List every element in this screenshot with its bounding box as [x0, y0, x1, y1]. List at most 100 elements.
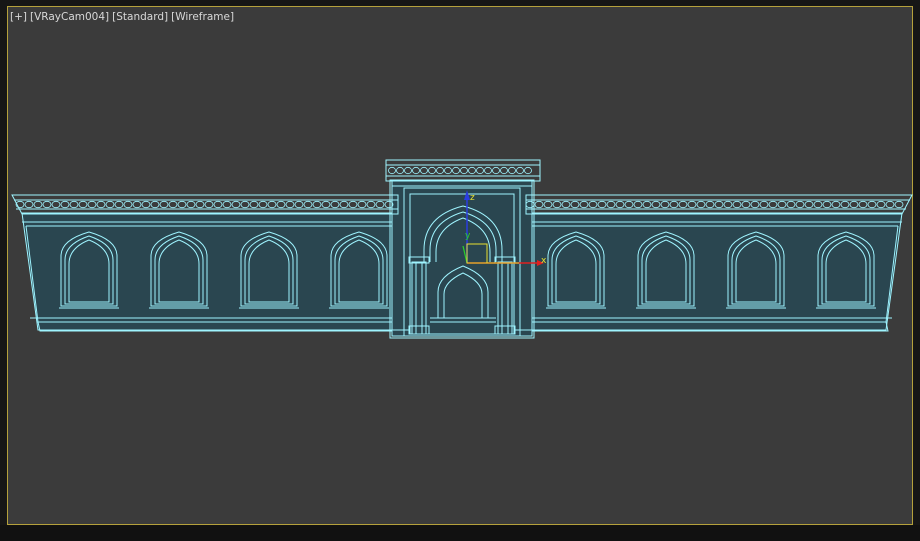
ornament-loop: [195, 200, 205, 209]
right-wall-body: [531, 212, 903, 331]
ornament-loop: [258, 200, 268, 209]
ornament-loop: [885, 200, 895, 209]
ornament-loop: [732, 200, 742, 209]
ornament-loop: [723, 200, 733, 209]
gizmo-y-label: y: [465, 231, 471, 241]
ornament-loop: [705, 200, 715, 209]
ornament-loop: [615, 200, 625, 209]
ornament-loop: [894, 200, 904, 209]
ornament-loop: [741, 200, 751, 209]
ornament-loop: [96, 200, 106, 209]
ornament-loop: [375, 200, 385, 209]
ornament-loop: [436, 166, 444, 175]
ornament-loop: [412, 166, 420, 175]
ornament-loop: [42, 200, 52, 209]
ornament-loop: [642, 200, 652, 209]
ornament-loop: [303, 200, 313, 209]
ornament-loop: [813, 200, 823, 209]
ornament-loop: [606, 200, 616, 209]
ornament-loop: [294, 200, 304, 209]
ornament-loop: [452, 166, 460, 175]
ornament-loop: [321, 200, 331, 209]
arcade-wall-model[interactable]: [11, 159, 913, 339]
ornament-loop: [669, 200, 679, 209]
ornament-loop: [858, 200, 868, 209]
ornament-loop: [444, 166, 452, 175]
ornament-loop: [534, 200, 544, 209]
ornament-loop: [276, 200, 286, 209]
ornament-loop: [624, 200, 634, 209]
ornament-loop: [696, 200, 706, 209]
ornament-loop: [777, 200, 787, 209]
ornament-loop: [460, 166, 468, 175]
ornament-loop: [876, 200, 886, 209]
ornament-loop: [831, 200, 841, 209]
ornament-loop: [822, 200, 832, 209]
ornament-loop: [484, 166, 492, 175]
ornament-loop: [33, 200, 43, 209]
ornament-loop: [420, 166, 428, 175]
ornament-loop: [759, 200, 769, 209]
ornament-loop: [312, 200, 322, 209]
ornament-loop: [428, 166, 436, 175]
ornament-loop: [339, 200, 349, 209]
ornament-loop: [123, 200, 133, 209]
ornament-loop: [687, 200, 697, 209]
ornament-loop: [24, 200, 34, 209]
ornament-loop: [132, 200, 142, 209]
ornament-loop: [69, 200, 79, 209]
ornament-loop: [552, 200, 562, 209]
ornament-loop: [150, 200, 160, 209]
ornament-loop: [651, 200, 661, 209]
ornament-loop: [240, 200, 250, 209]
ornament-loop: [579, 200, 589, 209]
ornament-loop: [476, 166, 484, 175]
ornament-loop: [804, 200, 814, 209]
ornament-loop: [660, 200, 670, 209]
ornament-loop: [159, 200, 169, 209]
ornament-loop: [366, 200, 376, 209]
ornament-loop: [388, 166, 396, 175]
ornament-loop: [561, 200, 571, 209]
ornament-loop: [357, 200, 367, 209]
ornament-loop: [849, 200, 859, 209]
ornament-loop: [222, 200, 232, 209]
ornament-loop: [768, 200, 778, 209]
ornament-loop: [840, 200, 850, 209]
ornament-loop: [177, 200, 187, 209]
ornament-loop: [524, 166, 532, 175]
ornament-loop: [396, 166, 404, 175]
ornament-loop: [348, 200, 358, 209]
ornament-loop: [597, 200, 607, 209]
ornament-loop: [105, 200, 115, 209]
ornament-loop: [543, 200, 553, 209]
ornament-loop: [678, 200, 688, 209]
ornament-loop: [516, 166, 524, 175]
ornament-loop: [141, 200, 151, 209]
ornament-loop: [249, 200, 259, 209]
ornament-loop: [186, 200, 196, 209]
ornament-loop: [786, 200, 796, 209]
ornament-loop: [492, 166, 500, 175]
ornament-loop: [404, 166, 412, 175]
ornament-loop: [330, 200, 340, 209]
scene-canvas[interactable]: x z y: [0, 0, 920, 541]
ornament-loop: [168, 200, 178, 209]
ornament-loop: [468, 166, 476, 175]
ornament-loop: [51, 200, 61, 209]
ornament-loop: [78, 200, 88, 209]
ornament-loop: [867, 200, 877, 209]
ornament-loop: [231, 200, 241, 209]
ornament-loop: [285, 200, 295, 209]
viewport-bottom-edge: [0, 525, 920, 541]
ornament-loop: [204, 200, 214, 209]
ornament-loop: [588, 200, 598, 209]
ornament-loop: [267, 200, 277, 209]
ornament-loop: [714, 200, 724, 209]
portal-body: [391, 179, 533, 337]
ornament-loop: [87, 200, 97, 209]
gizmo-x-label: x: [541, 256, 547, 266]
ornament-loop: [114, 200, 124, 209]
ornament-loop: [213, 200, 223, 209]
gizmo-z-label: z: [470, 193, 475, 203]
